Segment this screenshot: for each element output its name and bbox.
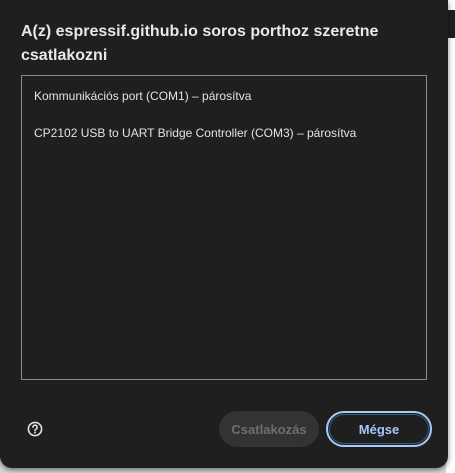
serial-port-dialog: A(z) espressif.github.io soros porthoz s… [0,0,448,468]
connect-button[interactable]: Csatlakozás [219,411,319,447]
dialog-title: A(z) espressif.github.io soros porthoz s… [21,23,379,64]
port-option-com1[interactable]: Kommunikációs port (COM1) – párosítva [34,89,251,103]
help-icon[interactable] [27,421,43,437]
port-list[interactable]: Kommunikációs port (COM1) – párosítva CP… [21,75,427,380]
port-option-com3[interactable]: CP2102 USB to UART Bridge Controller (CO… [34,126,356,140]
cancel-button[interactable]: Mégse [326,411,432,447]
